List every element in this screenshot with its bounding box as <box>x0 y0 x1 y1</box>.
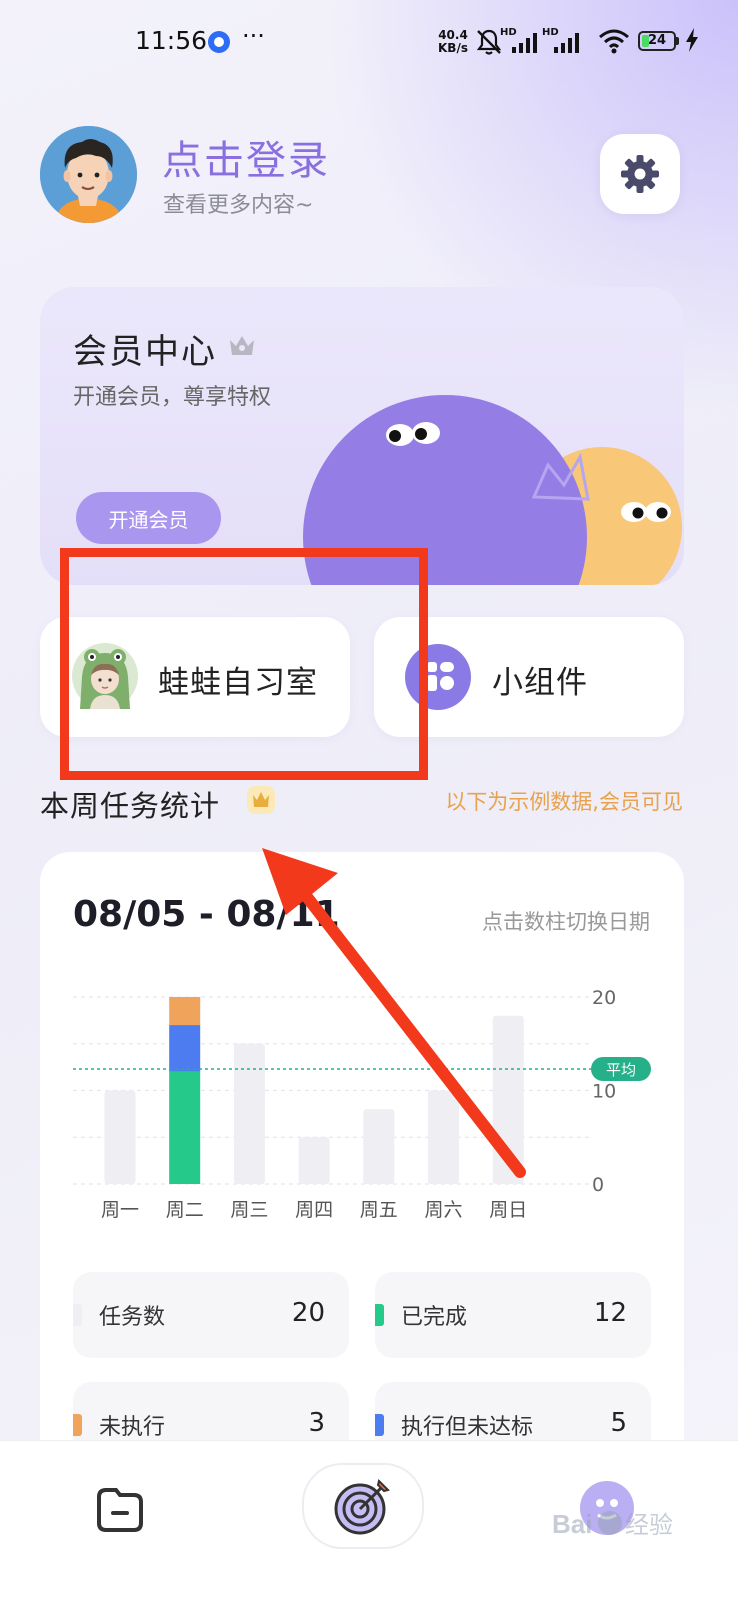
bar-周四[interactable] <box>298 1137 330 1184</box>
weekly-stats-title: 本周任务统计 <box>40 789 221 823</box>
bar-周日[interactable] <box>492 1015 524 1184</box>
stat-color-swatch <box>375 1304 384 1326</box>
weekly-stats-card: 08/05 - 08/11 点击数柱切换日期 0 10 20 周一 周二 周三 周四 周五 周六… <box>40 852 684 1492</box>
charging-icon <box>686 28 698 52</box>
app-notification-icon <box>208 31 230 53</box>
stat-value: 3 <box>308 1408 325 1438</box>
status-bar: 11:56 ··· 40.4 KB/s HD HD 24 <box>0 0 738 84</box>
highlight-annotation-box <box>60 548 428 780</box>
open-membership-button[interactable]: 开通会员 <box>76 492 221 544</box>
widget-label: 小组件 <box>492 665 588 701</box>
home-icon[interactable] <box>94 1485 146 1535</box>
stat-value: 12 <box>593 1298 627 1328</box>
not-executed-segment[interactable] <box>169 997 201 1026</box>
stat-label: 执行但未达标 <box>401 1415 534 1440</box>
weekly-bar-chart[interactable]: 0 10 20 周一 周二 周三 周四 周五 周六 周日 平均 <box>40 972 684 1232</box>
wifi-icon <box>599 29 629 54</box>
stat-label: 已完成 <box>401 1305 468 1330</box>
y-tick-label: 10 <box>592 1081 616 1103</box>
member-center-subtitle: 开通会员，尊享特权 <box>73 385 272 410</box>
stat-label: 任务数 <box>99 1305 166 1330</box>
x-tick-label: 周日 <box>489 1199 527 1221</box>
battery-level: 24 <box>647 33 667 48</box>
stat-label: 未执行 <box>99 1415 166 1440</box>
battery-icon: 24 <box>638 31 676 51</box>
member-center-title: 会员中心 <box>73 332 217 372</box>
underachieved-segment[interactable] <box>169 1025 201 1072</box>
network-speed: 40.4 KB/s <box>433 29 473 55</box>
avatar-illustration <box>40 126 137 223</box>
x-tick-label: 周二 <box>166 1199 204 1221</box>
focus-tab[interactable] <box>302 1463 424 1549</box>
bottom-navigation: Bai 经验 <box>0 1440 738 1601</box>
average-label: 平均 <box>606 1061 636 1079</box>
crown-icon <box>230 336 254 355</box>
signal-1-icon: HD <box>500 27 544 55</box>
network-speed-unit: KB/s <box>438 41 468 55</box>
target-icon <box>334 1479 390 1535</box>
vip-crown-icon <box>247 786 275 814</box>
baidu-watermark: Bai 经验 <box>552 1509 673 1539</box>
bar-周一[interactable] <box>104 1090 136 1185</box>
stat-value: 5 <box>610 1408 627 1438</box>
bar-周六[interactable] <box>428 1090 459 1185</box>
svg-text:Bai: Bai <box>552 1509 592 1539</box>
x-tick-label: 周五 <box>360 1199 398 1221</box>
switch-date-hint: 点击数柱切换日期 <box>482 910 650 934</box>
bar-周五[interactable] <box>363 1109 395 1184</box>
stat-color-swatch <box>73 1304 82 1326</box>
svg-text:经验: 经验 <box>625 1512 673 1539</box>
gear-icon <box>621 155 659 193</box>
stat-value: 20 <box>291 1298 325 1328</box>
stat-color-swatch <box>375 1414 384 1436</box>
sample-data-note[interactable]: 以下为示例数据,会员可见 <box>445 786 683 816</box>
login-title[interactable]: 点击登录 <box>162 128 330 186</box>
user-avatar[interactable] <box>40 126 137 223</box>
x-tick-label: 周一 <box>101 1199 139 1221</box>
bar-周三[interactable] <box>233 1043 265 1184</box>
battery-cap <box>676 37 679 45</box>
x-tick-label: 周三 <box>230 1199 268 1221</box>
completed-segment[interactable] <box>169 1071 201 1184</box>
settings-button[interactable] <box>600 134 680 214</box>
login-subtitle: 查看更多内容~ <box>163 193 314 218</box>
more-notifications-indicator: ··· <box>242 22 265 50</box>
x-tick-label: 周四 <box>295 1199 333 1221</box>
status-time: 11:56 <box>135 26 208 55</box>
stat-box: 任务数 20 <box>73 1272 349 1358</box>
member-center-card[interactable]: 会员中心 开通会员，尊享特权 开通会员 <box>40 287 684 585</box>
date-range[interactable]: 08/05 - 08/11 <box>73 894 340 935</box>
stat-color-swatch <box>73 1414 82 1436</box>
x-tick-label: 周六 <box>424 1199 462 1221</box>
signal-2-icon: HD <box>542 27 586 55</box>
y-tick-label: 0 <box>592 1174 604 1196</box>
stat-box: 已完成 12 <box>375 1272 651 1358</box>
y-tick-label: 20 <box>592 987 616 1009</box>
